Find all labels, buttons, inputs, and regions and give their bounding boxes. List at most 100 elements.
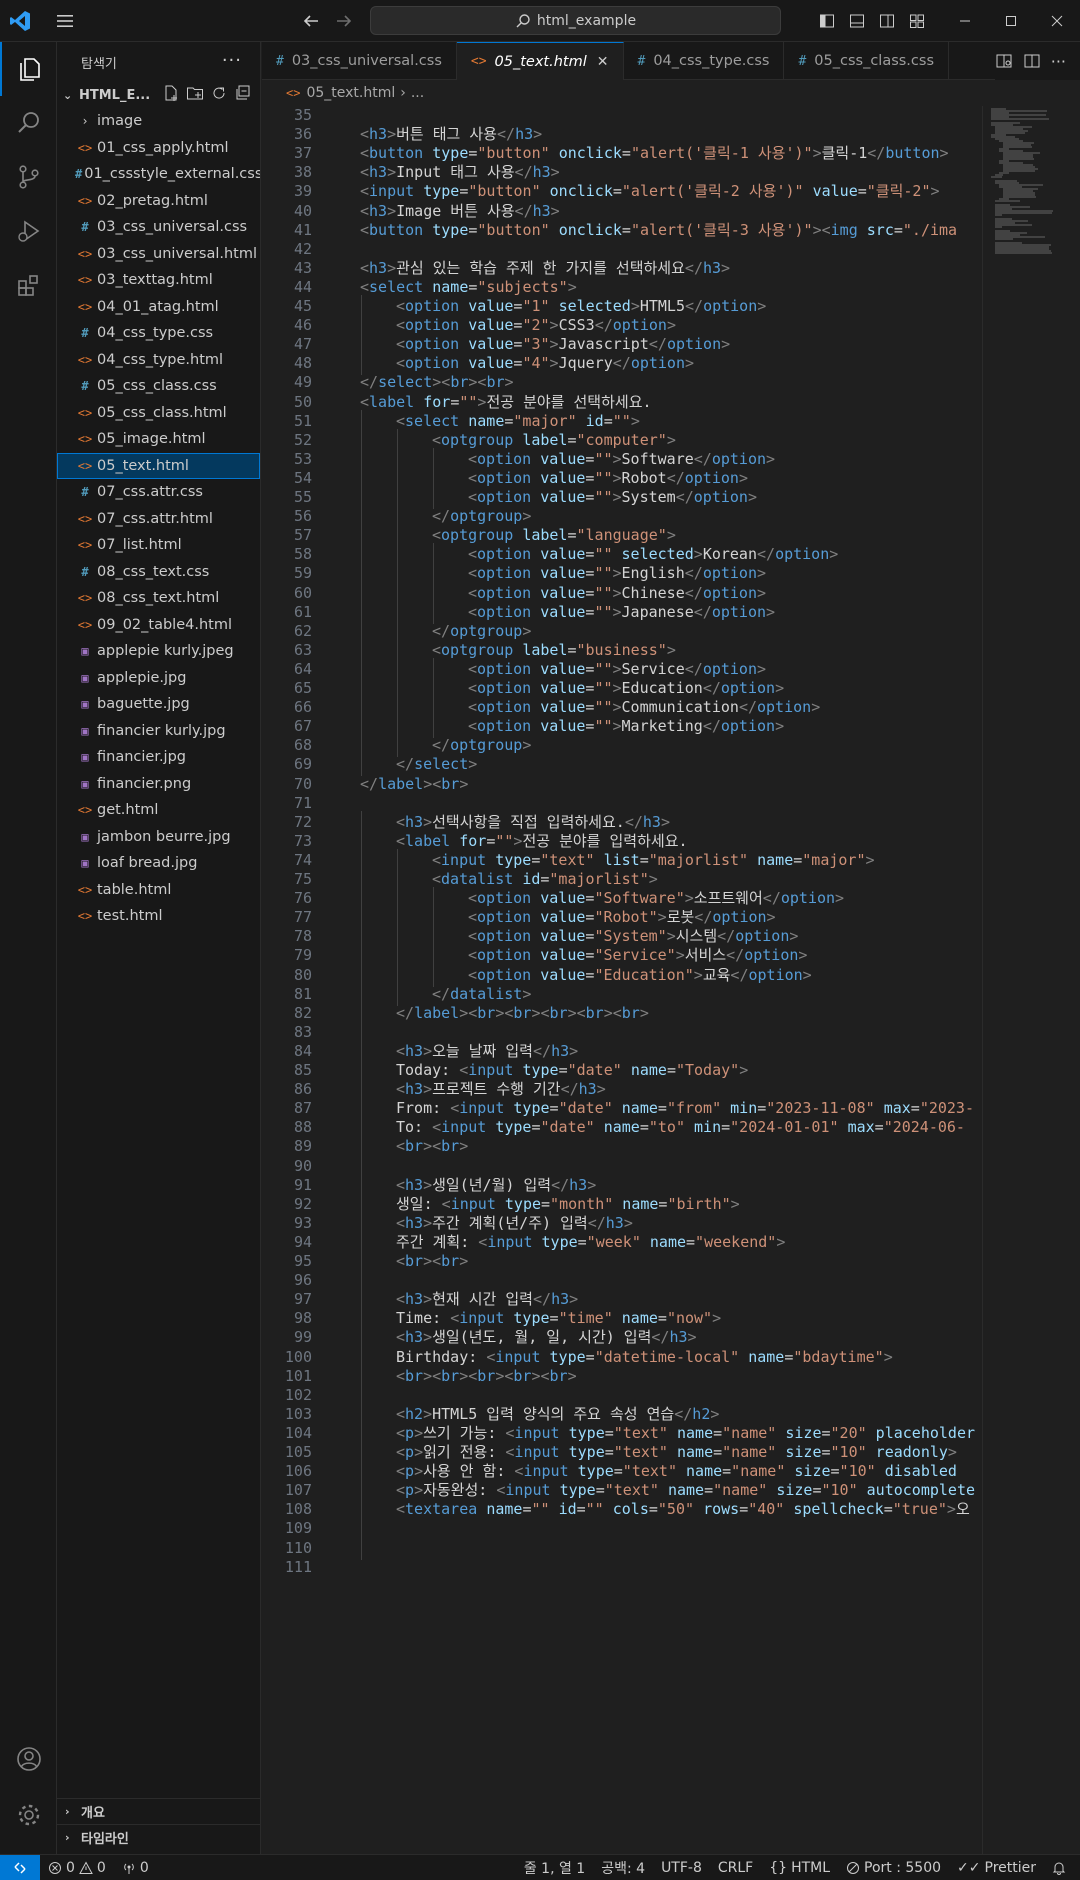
open-preview-icon[interactable] [995, 52, 1013, 70]
remote-indicator-icon[interactable] [0, 1854, 40, 1880]
file-item[interactable]: ▣ financier.jpg [57, 744, 260, 771]
file-item[interactable]: #04_css_type.css [57, 320, 260, 347]
maximize-icon[interactable] [988, 0, 1034, 42]
minimap[interactable] [982, 106, 1080, 1854]
close-tab-icon[interactable]: ✕ [597, 54, 609, 70]
new-folder-icon[interactable] [186, 84, 204, 102]
live-server[interactable]: Port : 5500 [838, 1860, 949, 1876]
code-editor[interactable]: 35 36 <h3>버튼 태그 사용</h3> 37 <button type="but… [262, 106, 982, 1854]
file-item[interactable]: <> 07_list.html [57, 532, 260, 559]
toggle-primary-sidebar-icon[interactable] [812, 0, 842, 42]
file-item[interactable]: <> 05_text.html [57, 452, 260, 479]
code-token: </ [514, 201, 533, 220]
explorer-icon[interactable] [0, 42, 57, 96]
file-label: image [97, 113, 143, 130]
settings-gear-icon[interactable] [0, 1788, 57, 1842]
account-icon[interactable] [0, 1732, 57, 1786]
file-item[interactable]: <> 05_image.html [57, 426, 260, 453]
source-control-icon[interactable] [0, 150, 57, 204]
forward-arrow-icon[interactable] [333, 10, 355, 32]
code-token: br [405, 1366, 424, 1385]
file-item[interactable]: <> 01_css_apply.html [57, 135, 260, 162]
minimize-icon[interactable] [942, 0, 988, 42]
collapse-all-icon[interactable] [234, 84, 252, 102]
customize-layout-icon[interactable] [902, 0, 932, 42]
toggle-panel-icon[interactable] [842, 0, 872, 42]
css-file-icon: # [81, 220, 89, 235]
indentation[interactable]: 공백: 4 [593, 1858, 653, 1878]
file-item[interactable]: ▣ applepie.jpg [57, 665, 260, 692]
file-item[interactable]: ▣ financier.png [57, 771, 260, 798]
code-token: "datetime-local" [594, 1347, 740, 1366]
cursor-position[interactable]: 줄 1, 열 1 [516, 1858, 593, 1878]
outline-section[interactable]: › 개요 [57, 1798, 261, 1824]
code-token: "" [594, 659, 613, 678]
code-token: = [567, 640, 577, 659]
extensions-icon[interactable] [0, 258, 57, 312]
end-of-line[interactable]: CRLF [710, 1860, 761, 1876]
file-item[interactable]: ▣ applepie kurly.jpeg [57, 638, 260, 665]
tab-04-css-type-css[interactable]: #04_css_type.css [624, 42, 785, 80]
menu-icon[interactable] [54, 10, 76, 32]
tab-05-css-class-css[interactable]: #05_css_class.css [784, 42, 949, 80]
timeline-section[interactable]: › 타임라인 [57, 1824, 261, 1850]
command-center-search[interactable]: html_example [370, 6, 781, 35]
file-item[interactable]: <> 04_01_atag.html [57, 294, 260, 321]
ports-indicator[interactable]: 0 [114, 1860, 157, 1876]
back-arrow-icon[interactable] [300, 10, 322, 32]
breadcrumb-rest[interactable]: ... [411, 85, 424, 101]
code-token: 생일: [396, 1194, 442, 1213]
run-debug-icon[interactable] [0, 204, 57, 258]
code-token: option [693, 488, 748, 506]
code-token: option [744, 946, 799, 965]
workspace-folder[interactable]: ⌄ HTML_E... [57, 82, 260, 108]
more-actions-icon[interactable]: ··· [222, 50, 242, 71]
file-item[interactable]: <> get.html [57, 797, 260, 824]
more-actions-icon[interactable]: ··· [1051, 52, 1066, 71]
code-line[interactable]: 111 [262, 1556, 982, 1579]
code-token: > [612, 488, 622, 506]
new-file-icon[interactable] [162, 84, 180, 102]
breadcrumb-file[interactable]: 05_text.html [306, 85, 395, 101]
file-item[interactable]: <> 03_texttag.html [57, 267, 260, 294]
file-item[interactable]: ▣ jambon beurre.jpg [57, 824, 260, 851]
file-item[interactable]: <> 02_pretag.html [57, 188, 260, 215]
split-editor-icon[interactable] [1023, 52, 1041, 70]
file-item[interactable]: ▣ loaf bread.jpg [57, 850, 260, 877]
code-token: To: [396, 1118, 433, 1137]
folder-item[interactable]: › image [57, 108, 260, 135]
file-item[interactable]: <> 05_css_class.html [57, 400, 260, 427]
file-item[interactable]: #03_css_universal.css [57, 214, 260, 241]
workspace-folder-name: HTML_E... [79, 87, 151, 103]
file-item[interactable]: <> 09_02_table4.html [57, 612, 260, 639]
file-item[interactable]: #01_cssstyle_external.css [57, 161, 260, 188]
file-item[interactable]: ▣ financier kurly.jpg [57, 718, 260, 745]
encoding[interactable]: UTF-8 [653, 1860, 710, 1876]
tab-05-text-html[interactable]: <> 05_text.html ✕ [456, 42, 624, 80]
file-item[interactable]: <> 03_css_universal.html [57, 241, 260, 268]
file-item[interactable]: <> table.html [57, 877, 260, 904]
notifications-icon[interactable] [1044, 1861, 1074, 1875]
file-item[interactable]: <> 04_css_type.html [57, 347, 260, 374]
toggle-secondary-sidebar-icon[interactable] [872, 0, 902, 42]
problems-indicator[interactable]: 0 0 [40, 1860, 114, 1876]
file-item[interactable]: #07_css.attr.css [57, 479, 260, 506]
language-mode[interactable]: {} HTML [761, 1860, 838, 1876]
file-item[interactable]: #05_css_class.css [57, 373, 260, 400]
file-item[interactable]: ▣ baguette.jpg [57, 691, 260, 718]
close-window-icon[interactable] [1034, 0, 1080, 42]
file-item[interactable]: <> 08_css_text.html [57, 585, 260, 612]
tab-03-css-universal-css[interactable]: #03_css_universal.css [262, 42, 457, 80]
file-item[interactable]: <> 07_css.attr.html [57, 506, 260, 533]
prettier[interactable]: ✓✓ Prettier [949, 1860, 1044, 1876]
code-token: label [378, 774, 424, 793]
file-item[interactable]: <> test.html [57, 903, 260, 930]
refresh-icon[interactable] [210, 84, 228, 102]
code-token: name [468, 411, 505, 430]
file-item[interactable]: #08_css_text.css [57, 559, 260, 586]
search-view-icon[interactable] [0, 96, 57, 150]
